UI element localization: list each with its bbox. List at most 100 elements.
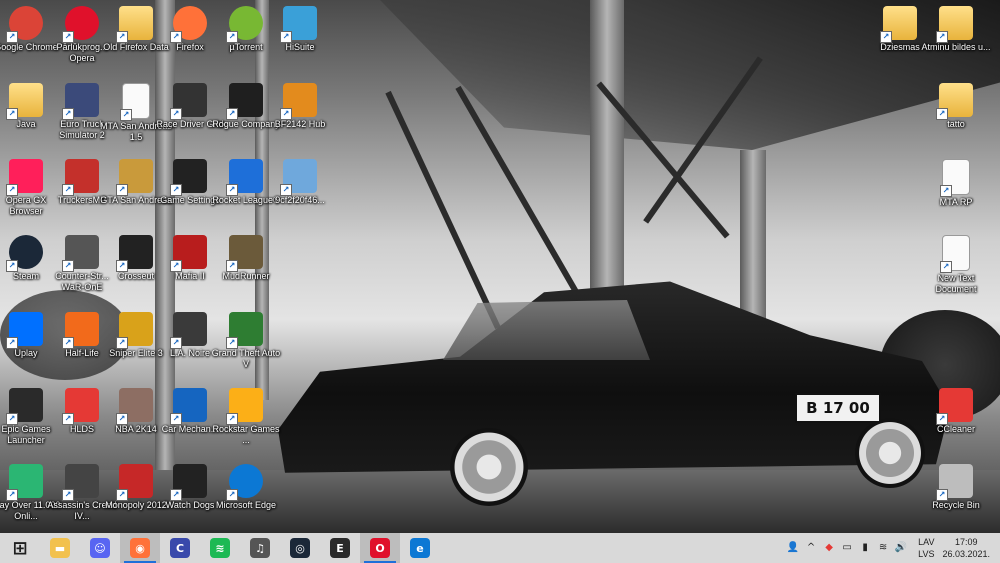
shortcut-arrow-icon: ↗ xyxy=(116,337,128,349)
shortcut-arrow-icon: ↗ xyxy=(226,108,238,120)
folder-icon: ↗ xyxy=(116,6,153,43)
shortcut-arrow-icon: ↗ xyxy=(170,260,182,272)
taskbar: ⊞ ▬ ☺ ◉ C ≋ ♫ ◎ E Oe 👤 ^ ◆ ▭ ▮ ≋ 🔊 LAV LVS 17:09 … xyxy=(0,533,1000,563)
shortcut-arrow-icon: ↗ xyxy=(62,413,74,425)
grid-icon: ↗ xyxy=(170,83,207,120)
desktop-icon-label: MTA RP xyxy=(939,197,973,207)
desktop-icon[interactable]: ↗ New Text Document xyxy=(918,229,994,295)
steam-icon: ◎ xyxy=(290,538,310,558)
rocket-league-icon: ↗ xyxy=(226,159,263,196)
shortcut-arrow-icon: ↗ xyxy=(6,108,18,120)
file-icon: ↗ xyxy=(940,159,970,197)
uplay-icon: ↗ xyxy=(6,312,43,349)
shortcut-arrow-icon: ↗ xyxy=(170,108,182,120)
c-icon: C xyxy=(170,538,190,558)
cs-icon: ↗ xyxy=(62,235,99,272)
taskbar-file-explorer-button[interactable]: ▬ xyxy=(40,533,80,563)
taskbar-speaker-button[interactable]: ♫ xyxy=(240,533,280,563)
desktop-icon[interactable]: ↗ HiSuite xyxy=(262,0,338,53)
shortcut-arrow-icon: ↗ xyxy=(62,260,74,272)
taskbar-edge-button[interactable]: e xyxy=(400,533,440,563)
desktop-icon[interactable]: ↗ Microsoft Edge xyxy=(208,458,284,511)
desktop-icon[interactable]: ↗ BF2142 Hub xyxy=(262,77,338,130)
assassin-icon: ↗ xyxy=(62,464,99,501)
hlds-icon: ↗ xyxy=(62,388,99,425)
desktop-icon[interactable]: ↗ tatto xyxy=(918,77,994,130)
car-mechanic-icon: ↗ xyxy=(170,388,207,425)
shortcut-arrow-icon: ↗ xyxy=(6,184,18,196)
desktop-icon[interactable]: ↗ MTA RP xyxy=(918,153,994,208)
recycle-bin-icon: ↗ xyxy=(936,464,973,501)
system-tray: 👤 ^ ◆ ▭ ▮ ≋ 🔊 LAV LVS 17:09 26.03.2021. xyxy=(784,533,1000,563)
sniper-icon: ↗ xyxy=(116,312,153,349)
shortcut-arrow-icon: ↗ xyxy=(936,108,948,120)
shortcut-arrow-icon: ↗ xyxy=(120,109,132,121)
battery-icon[interactable]: ▭ xyxy=(840,541,854,555)
desktop-icon[interactable]: ↗ CCleaner xyxy=(918,382,994,435)
shortcut-arrow-icon: ↗ xyxy=(6,31,18,43)
clock[interactable]: 17:09 26.03.2021. xyxy=(942,536,990,560)
shortcut-arrow-icon: ↗ xyxy=(940,261,952,273)
shortcut-arrow-icon: ↗ xyxy=(116,489,128,501)
shortcut-arrow-icon: ↗ xyxy=(62,108,74,120)
shortcut-arrow-icon: ↗ xyxy=(226,489,238,501)
shortcut-arrow-icon: ↗ xyxy=(226,31,238,43)
user-icon[interactable]: 👤 xyxy=(786,541,800,555)
volume-icon[interactable]: 🔊 xyxy=(894,541,908,555)
taskbar-opera-button[interactable]: O xyxy=(360,533,400,563)
nba-icon: ↗ xyxy=(116,388,153,425)
desktop-icon[interactable]: ↗ 9cf2f20f46... xyxy=(262,153,338,206)
rockstar-icon: ↗ xyxy=(226,388,263,425)
spotify-icon: ≋ xyxy=(210,538,230,558)
desktop[interactable]: B 17 00 ↗ Google Chrome ↗ Pārlūkprog... Ope… xyxy=(0,0,1000,533)
shortcut-arrow-icon: ↗ xyxy=(170,184,182,196)
desktop-icon[interactable]: ↗ MudRunner xyxy=(208,229,284,282)
app-tray-icon[interactable]: ◆ xyxy=(822,541,836,555)
taskbar-epic-games-button[interactable]: E xyxy=(320,533,360,563)
shortcut-arrow-icon: ↗ xyxy=(170,489,182,501)
shortcut-arrow-icon: ↗ xyxy=(170,413,182,425)
desktop-icon-label: HiSuite xyxy=(285,42,315,52)
taskbar-firefox-button[interactable]: ◉ xyxy=(120,533,160,563)
firefox-icon: ↗ xyxy=(170,6,207,43)
taskbar-start-button[interactable]: ⊞ xyxy=(0,533,40,563)
epic-icon: E xyxy=(330,538,350,558)
epic-icon: ↗ xyxy=(6,388,43,425)
shortcut-arrow-icon: ↗ xyxy=(226,184,238,196)
shortcut-arrow-icon: ↗ xyxy=(280,31,292,43)
wallpaper-car-window xyxy=(443,300,650,360)
taskbar-discord-button[interactable]: ☺ xyxy=(80,533,120,563)
shortcut-arrow-icon: ↗ xyxy=(62,337,74,349)
file-icon: ↗ xyxy=(120,83,150,121)
language-bottom: LVS xyxy=(918,549,935,559)
taskbar-ccleaner-task-button[interactable]: C xyxy=(160,533,200,563)
shortcut-arrow-icon: ↗ xyxy=(226,413,238,425)
shortcut-arrow-icon: ↗ xyxy=(280,184,292,196)
shortcut-arrow-icon: ↗ xyxy=(170,337,182,349)
shortcut-arrow-icon: ↗ xyxy=(936,413,948,425)
truck-icon: ↗ xyxy=(62,83,99,120)
watch-dogs-icon: ↗ xyxy=(170,464,207,501)
chevron-up-icon[interactable]: ^ xyxy=(804,541,818,555)
taskbar-steam-button[interactable]: ◎ xyxy=(280,533,320,563)
gta-sa-icon: ↗ xyxy=(116,159,153,196)
shortcut-arrow-icon: ↗ xyxy=(940,185,952,197)
mudrunner-icon: ↗ xyxy=(226,235,263,272)
chrome-icon: ↗ xyxy=(6,6,43,43)
desktop-icon[interactable]: ↗ Grand Theft Auto V xyxy=(208,306,284,370)
folder-icon: ↗ xyxy=(6,83,43,120)
desktop-icon[interactable]: ↗ Atminu bildes u... xyxy=(918,0,994,53)
shortcut-arrow-icon: ↗ xyxy=(880,31,892,43)
network-icon[interactable]: ▮ xyxy=(858,541,872,555)
desktop-icon[interactable]: ↗ Recycle Bin xyxy=(918,458,994,511)
hisuite-icon: ↗ xyxy=(280,6,317,43)
file-icon: ↗ xyxy=(940,235,970,273)
desktop-icon[interactable]: ↗ Rockstar Games ... xyxy=(208,382,284,446)
taskbar-spotify-button[interactable]: ≋ xyxy=(200,533,240,563)
clock-time: 17:09 xyxy=(954,537,978,547)
desktop-icon-label: Rockstar Games ... xyxy=(212,424,280,445)
input-language[interactable]: LAV LVS xyxy=(918,536,934,560)
wifi-icon[interactable]: ≋ xyxy=(876,541,890,555)
folder-icon: ▬ xyxy=(50,538,70,558)
utorrent-icon: ↗ xyxy=(226,6,263,43)
